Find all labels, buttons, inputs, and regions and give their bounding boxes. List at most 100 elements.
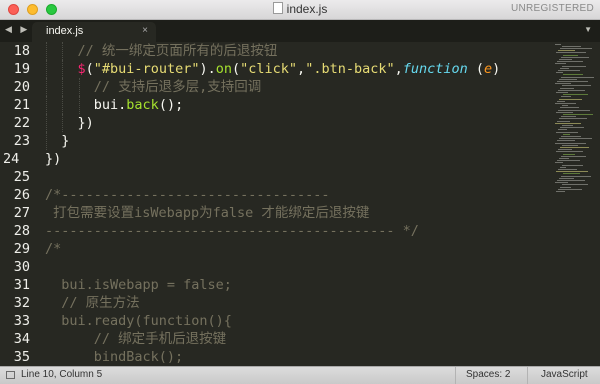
line-number: 28: [13, 223, 30, 239]
code-token: "#bui-router": [93, 61, 200, 77]
code-line[interactable]: [45, 258, 555, 276]
minimap-line: [561, 136, 581, 137]
status-divider: [455, 367, 456, 384]
indent-guide: [46, 132, 47, 150]
minimap-line: [558, 129, 567, 130]
code-area[interactable]: // 统一绑定页面所有的后退按钮 $("#bui-router").on("cl…: [45, 42, 555, 366]
code-token: (: [232, 61, 241, 77]
tab-index-js[interactable]: index.js ×: [32, 22, 156, 42]
line-number: 23: [13, 133, 30, 149]
line-number: 29: [13, 241, 30, 257]
status-bar: Line 10, Column 5 Spaces: 2 JavaScript: [0, 366, 600, 384]
minimap-line: [556, 112, 573, 113]
tab-close-icon[interactable]: ×: [142, 25, 148, 36]
minimap-line: [559, 138, 592, 139]
code-token: // 绑定手机后退按键: [45, 331, 227, 347]
minimap-line: [555, 162, 563, 163]
line-number: 35: [13, 349, 30, 365]
code-line[interactable]: ----------------------------------------…: [45, 222, 555, 240]
code-line[interactable]: }): [45, 150, 555, 168]
line-number: 27: [13, 205, 30, 221]
minimap-line: [560, 88, 574, 89]
minimap-line: [557, 101, 565, 102]
code-token: /*---------------------------------: [45, 187, 330, 203]
minimap-line: [560, 68, 569, 69]
line-number: 21: [13, 97, 30, 113]
minimap-line: [556, 191, 565, 192]
code-line[interactable]: // 绑定手机后退按键: [45, 330, 555, 348]
line-number: 22: [13, 115, 30, 131]
line-number: 18: [13, 43, 30, 59]
minimap-line: [559, 178, 574, 179]
indentation-setting[interactable]: Spaces: 2: [466, 369, 510, 380]
indent-guide: [46, 60, 47, 78]
code-token: bindBack();: [45, 349, 184, 365]
line-number: 32: [13, 295, 30, 311]
minimap-line: [560, 107, 579, 108]
minimap-line: [555, 44, 561, 45]
code-token: ,: [297, 61, 306, 77]
panel-toggle-icon[interactable]: [6, 371, 15, 379]
minimap-line: [558, 149, 572, 150]
code-token: bui.isWebapp = false;: [45, 277, 232, 293]
minimap-line: [558, 70, 580, 71]
code-line[interactable]: }: [45, 132, 555, 150]
code-line[interactable]: /*---------------------------------: [45, 186, 555, 204]
line-number: 20: [13, 79, 30, 95]
minimap-line: [555, 143, 586, 144]
minimap-line: [563, 173, 580, 174]
minimap-line: [561, 96, 571, 97]
line-number: 30: [13, 259, 30, 275]
minimap-line: [562, 184, 588, 185]
minimap-line: [555, 123, 581, 124]
code-line[interactable]: bui.isWebapp = false;: [45, 276, 555, 294]
code-token: e: [484, 61, 493, 77]
minimap-line: [557, 61, 583, 62]
tab-menu-chevron-icon[interactable]: ▼: [584, 25, 592, 34]
code-line[interactable]: bindBack();: [45, 348, 555, 366]
unregistered-label: UNREGISTERED: [510, 3, 594, 14]
code-line[interactable]: // 原生方法: [45, 294, 555, 312]
minimap-line: [561, 116, 576, 117]
title-bar[interactable]: index.js UNREGISTERED: [0, 0, 600, 20]
tab-nav-arrows-icon[interactable]: ◀ ▶: [5, 24, 30, 35]
code-line[interactable]: [45, 168, 555, 186]
code-line[interactable]: // 统一绑定页面所有的后退按钮: [45, 42, 555, 60]
code-line[interactable]: /*: [45, 240, 555, 258]
code-token: }: [61, 133, 70, 149]
indent-guide: [46, 96, 47, 114]
minimap[interactable]: [553, 42, 600, 366]
minimap-line: [560, 147, 589, 148]
document-icon: [272, 2, 283, 14]
minimap-line: [563, 114, 593, 115]
minimap-line: [558, 50, 575, 51]
minimap-line: [555, 103, 576, 104]
indent-guide: [62, 42, 64, 60]
minimap-line: [561, 176, 591, 177]
minimap-line: [562, 66, 586, 67]
code-token: // 原生方法: [45, 295, 140, 311]
minimap-line: [560, 48, 592, 49]
code-line[interactable]: }): [45, 114, 555, 132]
line-number: 25: [13, 169, 30, 185]
indent-guide: [62, 96, 64, 114]
code-line[interactable]: $("#bui-router").on("click",".btn-back",…: [45, 60, 555, 78]
minimap-line: [563, 74, 583, 75]
code-token: }): [45, 151, 62, 167]
syntax-selector[interactable]: JavaScript: [541, 369, 588, 380]
code-line[interactable]: 打包需要设置isWebapp为false 才能绑定后退按键: [45, 204, 555, 222]
minimap-line: [558, 110, 590, 111]
code-line[interactable]: bui.ready(function(){: [45, 312, 555, 330]
minimap-line: [562, 145, 578, 146]
minimap-line: [559, 99, 582, 100]
minimap-line: [556, 92, 568, 93]
code-token: ".btn-back": [305, 61, 395, 77]
code-line[interactable]: // 支持后退多层,支持回调: [45, 78, 555, 96]
code-line[interactable]: bui.back();: [45, 96, 555, 114]
minimap-line: [562, 85, 591, 86]
code-token: bui.ready(function(){: [45, 313, 232, 329]
indent-guide: [62, 60, 64, 78]
minimap-line: [556, 72, 563, 73]
minimap-line: [562, 125, 573, 126]
code-token: (: [467, 61, 485, 77]
